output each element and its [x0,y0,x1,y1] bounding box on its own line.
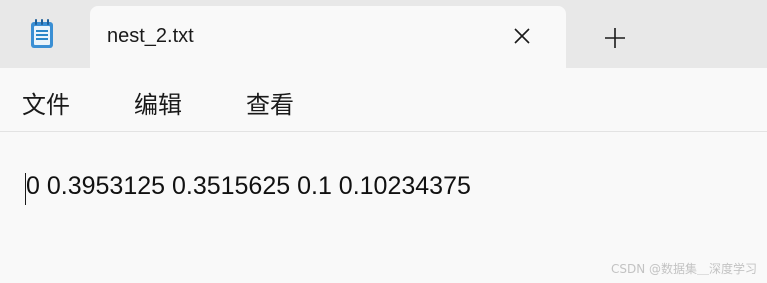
watermark: CSDN @数据集＿深度学习 [610,262,757,276]
notepad-icon [30,19,54,49]
editor-content: 0 0.3953125 0.3515625 0.1 0.10234375 [26,172,471,200]
menu-view[interactable]: 查看 [246,85,294,120]
menu-bar: 文件 编辑 查看 [0,68,767,132]
tab-strip: nest_2.txt [0,0,767,68]
close-icon[interactable] [510,24,534,48]
plus-icon[interactable] [601,24,629,52]
text-editor[interactable]: 0 0.3953125 0.3515625 0.1 0.10234375 CSD… [0,132,767,283]
tab-title: nest_2.txt [107,25,194,47]
tab-nest-2-txt[interactable]: nest_2.txt [90,6,566,68]
menu-edit[interactable]: 编辑 [134,85,182,120]
menu-file[interactable]: 文件 [22,85,70,120]
notepad-window: nest_2.txt 文件 编辑 查看 0 0.3953125 0.351562… [0,0,767,283]
